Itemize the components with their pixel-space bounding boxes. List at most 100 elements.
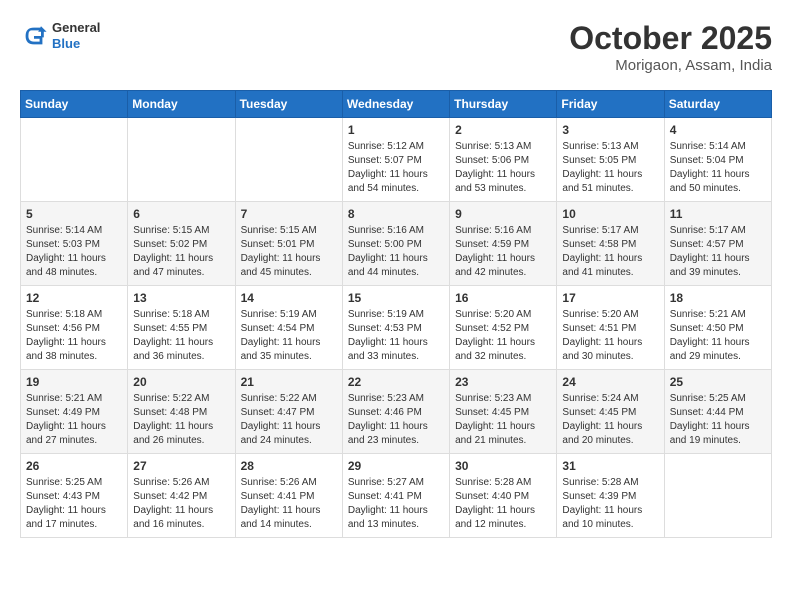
logo-icon xyxy=(20,22,48,50)
calendar-cell: 14Sunrise: 5:19 AMSunset: 4:54 PMDayligh… xyxy=(235,286,342,370)
cell-content: Sunrise: 5:28 AMSunset: 4:40 PMDaylight:… xyxy=(455,476,551,532)
calendar-cell: 29Sunrise: 5:27 AMSunset: 4:41 PMDayligh… xyxy=(342,454,449,538)
cell-line: Sunrise: 5:20 AM xyxy=(455,309,531,320)
cell-line: Daylight: 11 hours and 12 minutes. xyxy=(455,505,535,530)
cell-content: Sunrise: 5:23 AMSunset: 4:46 PMDaylight:… xyxy=(348,392,444,448)
cell-line: Sunrise: 5:22 AM xyxy=(241,393,317,404)
day-number: 19 xyxy=(26,375,122,389)
cell-line: Sunrise: 5:18 AM xyxy=(133,309,209,320)
calendar-cell xyxy=(21,118,128,202)
cell-line: Sunrise: 5:18 AM xyxy=(26,309,102,320)
cell-line: Sunset: 4:45 PM xyxy=(455,407,529,418)
day-number: 25 xyxy=(670,375,766,389)
cell-line: Daylight: 11 hours and 29 minutes. xyxy=(670,337,750,362)
cell-line: Sunrise: 5:26 AM xyxy=(133,477,209,488)
cell-line: Sunrise: 5:27 AM xyxy=(348,477,424,488)
calendar-weekday-header: Saturday xyxy=(664,91,771,118)
cell-line: Daylight: 11 hours and 24 minutes. xyxy=(241,421,321,446)
calendar-cell: 9Sunrise: 5:16 AMSunset: 4:59 PMDaylight… xyxy=(450,202,557,286)
cell-line: Sunset: 4:57 PM xyxy=(670,239,744,250)
day-number: 5 xyxy=(26,207,122,221)
cell-line: Daylight: 11 hours and 32 minutes. xyxy=(455,337,535,362)
cell-line: Daylight: 11 hours and 13 minutes. xyxy=(348,505,428,530)
calendar-cell: 13 Sunrise: 5:18 AMSunset: 4:55 PMDayligh… xyxy=(128,286,235,370)
cell-line: Sunset: 5:04 PM xyxy=(670,155,744,166)
cell-line: Daylight: 11 hours and 16 minutes. xyxy=(133,505,213,530)
cell-line: Daylight: 11 hours and 41 minutes. xyxy=(562,253,642,278)
cell-line: Daylight: 11 hours and 44 minutes. xyxy=(348,253,428,278)
cell-line: Sunrise: 5:21 AM xyxy=(670,309,746,320)
cell-line: Sunrise: 5:12 AM xyxy=(348,141,424,152)
calendar-week-row: 5Sunrise: 5:14 AMSunset: 5:03 PMDaylight… xyxy=(21,202,772,286)
cell-line: Sunrise: 5:25 AM xyxy=(670,393,746,404)
calendar-weekday-header: Friday xyxy=(557,91,664,118)
cell-line: Daylight: 11 hours and 45 minutes. xyxy=(241,253,321,278)
cell-content: Sunrise: 5:17 AMSunset: 4:58 PMDaylight:… xyxy=(562,224,658,280)
calendar-cell: 8Sunrise: 5:16 AMSunset: 5:00 PMDaylight… xyxy=(342,202,449,286)
calendar-cell: 25Sunrise: 5:25 AMSunset: 4:44 PMDayligh… xyxy=(664,370,771,454)
calendar-week-row: 1Sunrise: 5:12 AMSunset: 5:07 PMDaylight… xyxy=(21,118,772,202)
cell-line: Daylight: 11 hours and 50 minutes. xyxy=(670,169,750,194)
calendar-week-row: 26Sunrise: 5:25 AMSunset: 4:43 PMDayligh… xyxy=(21,454,772,538)
cell-content: Sunrise: 5:26 AM Sunset: 4:42 PM Daylight:… xyxy=(133,476,229,532)
cell-line: Sunrise: 5:17 AM xyxy=(670,225,746,236)
cell-line: Daylight: 11 hours and 47 minutes. xyxy=(133,253,213,278)
calendar-weekday-header: Sunday xyxy=(21,91,128,118)
cell-line: Sunrise: 5:25 AM xyxy=(26,477,102,488)
cell-line: Sunrise: 5:16 AM xyxy=(348,225,424,236)
calendar-cell: 27 Sunrise: 5:26 AM Sunset: 4:42 PM Dayligh… xyxy=(128,454,235,538)
cell-line: Sunset: 4:44 PM xyxy=(670,407,744,418)
day-number: 28 xyxy=(241,459,337,473)
calendar-cell: 26Sunrise: 5:25 AMSunset: 4:43 PMDayligh… xyxy=(21,454,128,538)
cell-line: Daylight: 11 hours and 17 minutes. xyxy=(26,505,106,530)
calendar-cell: 11Sunrise: 5:17 AMSunset: 4:57 PMDayligh… xyxy=(664,202,771,286)
cell-line: Sunset: 4:48 PM xyxy=(133,407,207,418)
cell-line: Daylight: 11 hours and 14 minutes. xyxy=(241,505,321,530)
day-number: 24 xyxy=(562,375,658,389)
cell-line: Sunrise: 5:15 AM xyxy=(133,225,209,236)
calendar-cell: 2Sunrise: 5:13 AMSunset: 5:06 PMDaylight… xyxy=(450,118,557,202)
cell-content: Sunrise: 5:18 AMSunset: 4:55 PMDaylight:… xyxy=(133,308,229,364)
cell-line: Sunset: 4:41 PM xyxy=(241,491,315,502)
cell-line: Sunrise: 5:24 AM xyxy=(562,393,638,404)
day-number: 13 xyxy=(133,291,229,305)
cell-content: Sunrise: 5:13 AMSunset: 5:06 PMDaylight:… xyxy=(455,140,551,196)
calendar-cell: 30Sunrise: 5:28 AMSunset: 4:40 PMDayligh… xyxy=(450,454,557,538)
cell-line: Sunset: 4:53 PM xyxy=(348,323,422,334)
calendar-week-row: 12Sunrise: 5:18 AMSunset: 4:56 PMDayligh… xyxy=(21,286,772,370)
cell-content: Sunrise: 5:22 AMSunset: 4:48 PMDaylight:… xyxy=(133,392,229,448)
cell-line: Sunset: 4:49 PM xyxy=(26,407,100,418)
cell-content: Sunrise: 5:13 AMSunset: 5:05 PMDaylight:… xyxy=(562,140,658,196)
cell-line: Sunrise: 5:19 AM xyxy=(348,309,424,320)
day-number: 4 xyxy=(670,123,766,137)
day-number: 27 xyxy=(133,459,229,473)
cell-content: Sunrise: 5:23 AMSunset: 4:45 PMDaylight:… xyxy=(455,392,551,448)
cell-line: Daylight: 11 hours and 23 minutes. xyxy=(348,421,428,446)
calendar-cell: 18Sunrise: 5:21 AMSunset: 4:50 PMDayligh… xyxy=(664,286,771,370)
cell-line: Daylight: 11 hours and 39 minutes. xyxy=(670,253,750,278)
logo: General Blue xyxy=(20,20,100,51)
cell-line: Sunset: 4:54 PM xyxy=(241,323,315,334)
calendar-cell: 15Sunrise: 5:19 AMSunset: 4:53 PMDayligh… xyxy=(342,286,449,370)
cell-line: Sunset: 5:07 PM xyxy=(348,155,422,166)
cell-line: Daylight: 11 hours and 26 minutes. xyxy=(133,421,213,446)
calendar-cell: 24Sunrise: 5:24 AMSunset: 4:45 PMDayligh… xyxy=(557,370,664,454)
cell-content: Sunrise: 5:19 AMSunset: 4:54 PMDaylight:… xyxy=(241,308,337,364)
cell-line: Sunset: 4:39 PM xyxy=(562,491,636,502)
day-number: 22 xyxy=(348,375,444,389)
day-number: 17 xyxy=(562,291,658,305)
calendar-cell xyxy=(664,454,771,538)
cell-content: Sunrise: 5:20 AMSunset: 4:51 PMDaylight:… xyxy=(562,308,658,364)
calendar-cell: 3Sunrise: 5:13 AMSunset: 5:05 PMDaylight… xyxy=(557,118,664,202)
cell-content: Sunrise: 5:22 AMSunset: 4:47 PMDaylight:… xyxy=(241,392,337,448)
cell-line: Sunset: 5:01 PM xyxy=(241,239,315,250)
calendar-cell: 21Sunrise: 5:22 AMSunset: 4:47 PMDayligh… xyxy=(235,370,342,454)
cell-line: Daylight: 11 hours and 38 minutes. xyxy=(26,337,106,362)
cell-line: Sunset: 4:42 PM xyxy=(133,491,207,502)
day-number: 10 xyxy=(562,207,658,221)
cell-content: Sunrise: 5:15 AMSunset: 5:01 PMDaylight:… xyxy=(241,224,337,280)
day-number: 20 xyxy=(133,375,229,389)
cell-content: Sunrise: 5:28 AMSunset: 4:39 PMDaylight:… xyxy=(562,476,658,532)
cell-line: Sunrise: 5:13 AM xyxy=(455,141,531,152)
day-number: 26 xyxy=(26,459,122,473)
